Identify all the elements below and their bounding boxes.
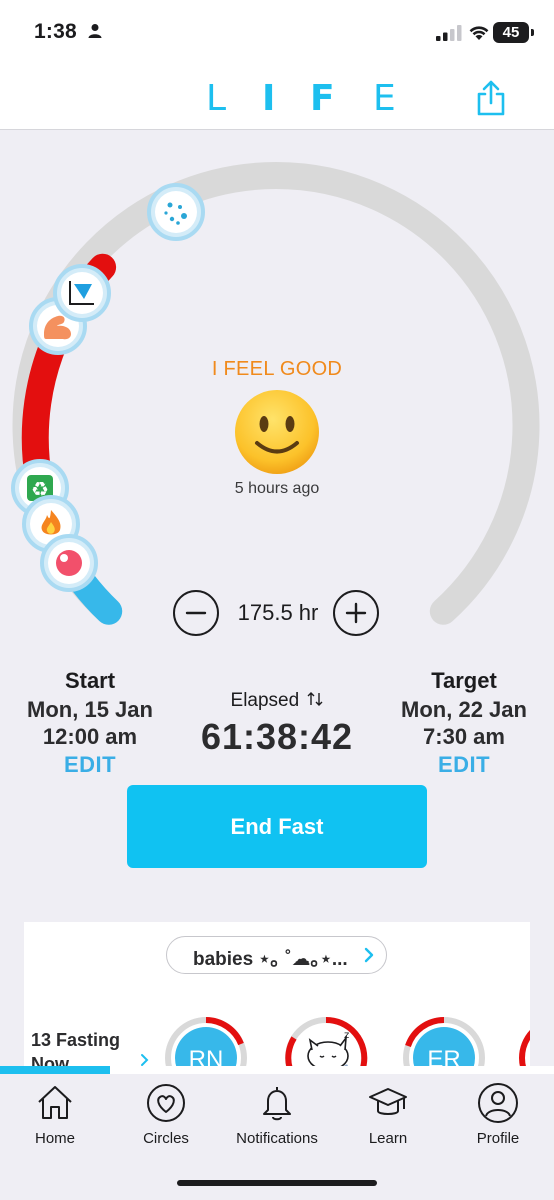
- logo-letter: L: [206, 78, 227, 119]
- target-time: 7:30 am: [423, 724, 505, 749]
- battery-tip: [531, 29, 534, 36]
- logo-letter: I: [262, 78, 276, 119]
- logo-letter: E: [373, 78, 396, 119]
- tab-label: Profile: [476, 1130, 520, 1147]
- start-info: Start Mon, 15 Jan 12:00 am EDIT: [0, 666, 180, 780]
- signal-icon: [436, 25, 462, 41]
- elapsed-info: Elapsed 61:38:42: [177, 690, 377, 758]
- person-icon: [88, 24, 102, 38]
- start-date: Mon, 15 Jan: [27, 697, 153, 722]
- tab-profile[interactable]: Profile: [443, 1082, 553, 1147]
- tab-learn[interactable]: Learn: [333, 1082, 443, 1147]
- target-info: Target Mon, 22 Jan 7:30 am EDIT: [374, 666, 554, 780]
- svg-text:z: z: [344, 1030, 349, 1041]
- increase-duration-button[interactable]: [333, 590, 379, 636]
- wifi-icon: [469, 26, 489, 40]
- tab-circles[interactable]: Circles: [111, 1082, 221, 1147]
- share-icon: [477, 80, 505, 116]
- member-avatar[interactable]: [518, 1016, 530, 1068]
- member-avatar[interactable]: RN: [164, 1016, 248, 1068]
- bell-icon: [263, 1087, 291, 1121]
- fasting-now-link[interactable]: 13 Fasting Now: [31, 1028, 143, 1068]
- home-indicator: [177, 1180, 377, 1186]
- status-bar: 1:38 45: [0, 0, 554, 66]
- tab-notifications[interactable]: Notifications: [222, 1082, 332, 1147]
- target-title: Target: [431, 668, 497, 693]
- circle-card: babies ⋆｡ ˚☁︎｡⋆... 13 Fasting Now RN z E…: [24, 922, 530, 1068]
- page-indicator-fill: [0, 1066, 110, 1074]
- member-initials: RN: [189, 1046, 224, 1068]
- logo-letter: F: [310, 78, 335, 119]
- member-initials: ER: [427, 1046, 460, 1068]
- plus-icon: [345, 602, 367, 624]
- status-time: 1:38: [34, 20, 77, 43]
- minus-icon: [185, 611, 207, 615]
- decrease-duration-button[interactable]: [173, 590, 219, 636]
- battery-level: 45: [493, 22, 529, 43]
- page-indicator: [0, 1066, 554, 1074]
- graduation-cap-icon: [369, 1088, 407, 1115]
- edit-target-button[interactable]: EDIT: [374, 750, 554, 780]
- tab-label: Learn: [368, 1130, 408, 1147]
- blood-drop-icon[interactable]: [40, 534, 98, 592]
- tab-label: Home: [34, 1130, 75, 1147]
- mood-time-ago: 5 hours ago: [234, 480, 320, 497]
- tab-label: Notifications: [236, 1130, 318, 1147]
- swap-arrows-icon: [307, 692, 323, 706]
- heart-circle-icon: [147, 1084, 185, 1122]
- app-logo: L I F E: [196, 78, 416, 119]
- start-time: 12:00 am: [42, 724, 138, 749]
- circle-selector[interactable]: babies ⋆｡ ˚☁︎｡⋆...: [166, 936, 387, 974]
- member-avatar[interactable]: ER: [402, 1016, 486, 1068]
- duration-value: 175.5 hr: [237, 600, 319, 625]
- member-avatar[interactable]: z: [284, 1016, 368, 1068]
- circle-name: babies ⋆｡ ˚☁︎｡⋆...: [193, 949, 348, 970]
- mood-label: I FEEL GOOD: [211, 358, 343, 380]
- person-icon: [478, 1083, 518, 1123]
- bacteria-icon[interactable]: [147, 183, 205, 241]
- edit-start-button[interactable]: EDIT: [0, 750, 180, 780]
- duration-adjuster: 175.5 hr: [173, 588, 383, 638]
- elapsed-value: 61:38:42: [200, 716, 354, 757]
- tab-home[interactable]: Home: [0, 1082, 110, 1147]
- share-button[interactable]: [473, 78, 509, 118]
- tab-label: Circles: [143, 1130, 189, 1147]
- elapsed-label: Elapsed: [230, 690, 300, 711]
- battery-indicator: 45: [493, 22, 534, 43]
- start-title: Start: [64, 668, 116, 693]
- chevron-right-icon: [364, 947, 374, 963]
- elapsed-toggle[interactable]: Elapsed: [177, 690, 377, 712]
- target-date: Mon, 22 Jan: [401, 697, 527, 722]
- chart-icon[interactable]: [53, 264, 111, 322]
- chevron-right-icon: [141, 1054, 149, 1066]
- home-icon: [38, 1086, 72, 1119]
- app-header: L I F E: [0, 66, 554, 130]
- smiley-face-icon: [235, 390, 319, 474]
- end-fast-button[interactable]: End Fast: [127, 785, 427, 868]
